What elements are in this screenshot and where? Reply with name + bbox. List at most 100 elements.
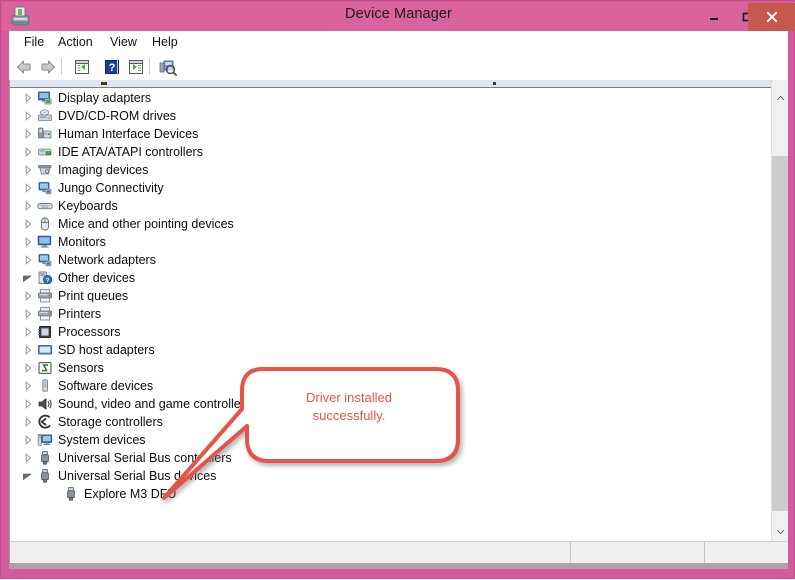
- software-device-icon: [36, 377, 54, 395]
- expand-toggle-collapsed[interactable]: [20, 179, 36, 197]
- chevron-right-icon: [25, 111, 31, 121]
- tree-row[interactable]: SD host adapters: [10, 341, 772, 359]
- tree-row-label: Monitors: [58, 235, 106, 249]
- printer-icon: [38, 289, 52, 303]
- minimize-button[interactable]: [697, 3, 731, 31]
- optical-drive-icon: [38, 109, 52, 121]
- chevron-right-icon: [25, 417, 31, 427]
- menu-file[interactable]: File: [19, 34, 49, 50]
- expand-toggle-collapsed[interactable]: [20, 107, 36, 125]
- tree-row-label: Human Interface Devices: [58, 127, 199, 141]
- tree-row[interactable]: Monitors: [10, 233, 772, 251]
- scroll-thumb[interactable]: [772, 156, 788, 511]
- printer-icon: [36, 287, 54, 305]
- tree-row[interactable]: DVD/CD-ROM drives: [10, 107, 772, 125]
- expand-toggle-collapsed[interactable]: [20, 377, 36, 395]
- tree-row-label: Jungo Connectivity: [58, 181, 164, 195]
- close-button[interactable]: [748, 3, 795, 31]
- scan-hardware-icon: [159, 60, 177, 76]
- monitor-icon: [36, 233, 54, 251]
- tree-row[interactable]: Universal Serial Bus devices: [10, 467, 772, 485]
- tree-row-label: Storage controllers: [58, 415, 163, 429]
- help-button[interactable]: ?: [101, 57, 123, 77]
- expand-toggle-collapsed[interactable]: [20, 395, 36, 413]
- scroll-up-button[interactable]: [772, 89, 788, 106]
- tree-row[interactable]: Display adapters: [10, 89, 772, 107]
- device-tree[interactable]: Display adapters DVD/CD-ROM drives Human I…: [10, 89, 772, 538]
- properties-window-icon: [129, 60, 143, 74]
- network-device-icon: [38, 182, 52, 195]
- mouse-icon: [40, 217, 50, 231]
- title-bar[interactable]: Device Manager: [2, 2, 795, 31]
- device-manager-window: Device Manager File Action View Help ? D…: [0, 0, 795, 579]
- expand-toggle-collapsed[interactable]: [20, 161, 36, 179]
- sd-adapter-icon: [37, 344, 53, 355]
- tree-row[interactable]: Printers: [10, 305, 772, 323]
- expand-toggle-collapsed[interactable]: [20, 215, 36, 233]
- tree-row-label: Printers: [58, 307, 102, 321]
- sensor-icon: [36, 359, 54, 377]
- expand-toggle-collapsed[interactable]: [20, 233, 36, 251]
- tree-row[interactable]: IDE ATA/ATAPI controllers: [10, 143, 772, 161]
- tree-row-label: Display adapters: [58, 91, 152, 105]
- scroll-down-button[interactable]: [772, 523, 788, 540]
- chevron-right-icon: [25, 327, 31, 337]
- expand-toggle-collapsed[interactable]: [20, 89, 36, 107]
- expand-toggle-collapsed[interactable]: [20, 323, 36, 341]
- chevron-right-icon: [25, 435, 31, 445]
- tree-row[interactable]: System devices: [10, 431, 772, 449]
- expand-toggle-collapsed[interactable]: [20, 197, 36, 215]
- tree-row[interactable]: Processors: [10, 323, 772, 341]
- expand-toggle-expanded[interactable]: [20, 269, 36, 287]
- tree-row[interactable]: Network adapters: [10, 251, 772, 269]
- tree-row[interactable]: Human Interface Devices: [10, 125, 772, 143]
- menu-help[interactable]: Help: [147, 34, 183, 50]
- scan-for-hardware-changes-button[interactable]: [157, 57, 179, 77]
- tree-row-label: Keyboards: [58, 199, 118, 213]
- tree-row-label: Print queues: [58, 289, 129, 303]
- expand-toggle-expanded[interactable]: [20, 467, 36, 485]
- toolbar-separator: [117, 58, 118, 75]
- tree-view-panel: Display adapters DVD/CD-ROM drives Human I…: [9, 80, 788, 541]
- expand-toggle-collapsed[interactable]: [20, 431, 36, 449]
- tree-row[interactable]: Mice and other pointing devices: [10, 215, 772, 233]
- forward-button[interactable]: [37, 57, 59, 77]
- tree-row[interactable]: Universal Serial Bus controllers: [10, 449, 772, 467]
- monitor-icon: [37, 235, 52, 248]
- chevron-right-icon: [25, 183, 31, 193]
- tree-row[interactable]: Jungo Connectivity: [10, 179, 772, 197]
- usb-icon: [62, 485, 80, 503]
- menu-action[interactable]: Action: [53, 34, 98, 50]
- expand-toggle-collapsed[interactable]: [20, 305, 36, 323]
- menu-view[interactable]: View: [105, 34, 142, 50]
- tree-row[interactable]: Imaging devices: [10, 161, 772, 179]
- vertical-scrollbar[interactable]: [771, 80, 788, 541]
- usb-icon: [36, 449, 54, 467]
- tree-row[interactable]: Keyboards: [10, 197, 772, 215]
- toolbar: ?: [9, 54, 788, 81]
- chevron-right-icon: [25, 399, 31, 409]
- software-device-icon: [42, 379, 48, 392]
- tree-row[interactable]: Print queues: [10, 287, 772, 305]
- back-button[interactable]: [13, 57, 35, 77]
- expand-toggle-collapsed[interactable]: [20, 449, 36, 467]
- properties-button[interactable]: [125, 57, 147, 77]
- display-adapter-icon: [38, 91, 52, 105]
- show-hide-console-tree-button[interactable]: [71, 57, 93, 77]
- expand-toggle-collapsed[interactable]: [20, 251, 36, 269]
- tree-row[interactable]: Explore M3 DFU: [10, 485, 772, 503]
- tree-row[interactable]: Storage controllers: [10, 413, 772, 431]
- expand-toggle-collapsed[interactable]: [20, 287, 36, 305]
- expand-toggle-collapsed[interactable]: [20, 341, 36, 359]
- tree-row[interactable]: Sensors: [10, 359, 772, 377]
- printer-icon: [36, 305, 54, 323]
- expand-toggle-collapsed[interactable]: [20, 143, 36, 161]
- tree-row[interactable]: Software devices: [10, 377, 772, 395]
- expand-toggle-collapsed[interactable]: [20, 125, 36, 143]
- expand-toggle-collapsed[interactable]: [20, 359, 36, 377]
- tree-row[interactable]: ? Other devices: [10, 269, 772, 287]
- tree-row[interactable]: Sound, video and game controllers: [10, 395, 772, 413]
- expand-toggle-collapsed[interactable]: [20, 413, 36, 431]
- storage-controller-icon: [36, 413, 54, 431]
